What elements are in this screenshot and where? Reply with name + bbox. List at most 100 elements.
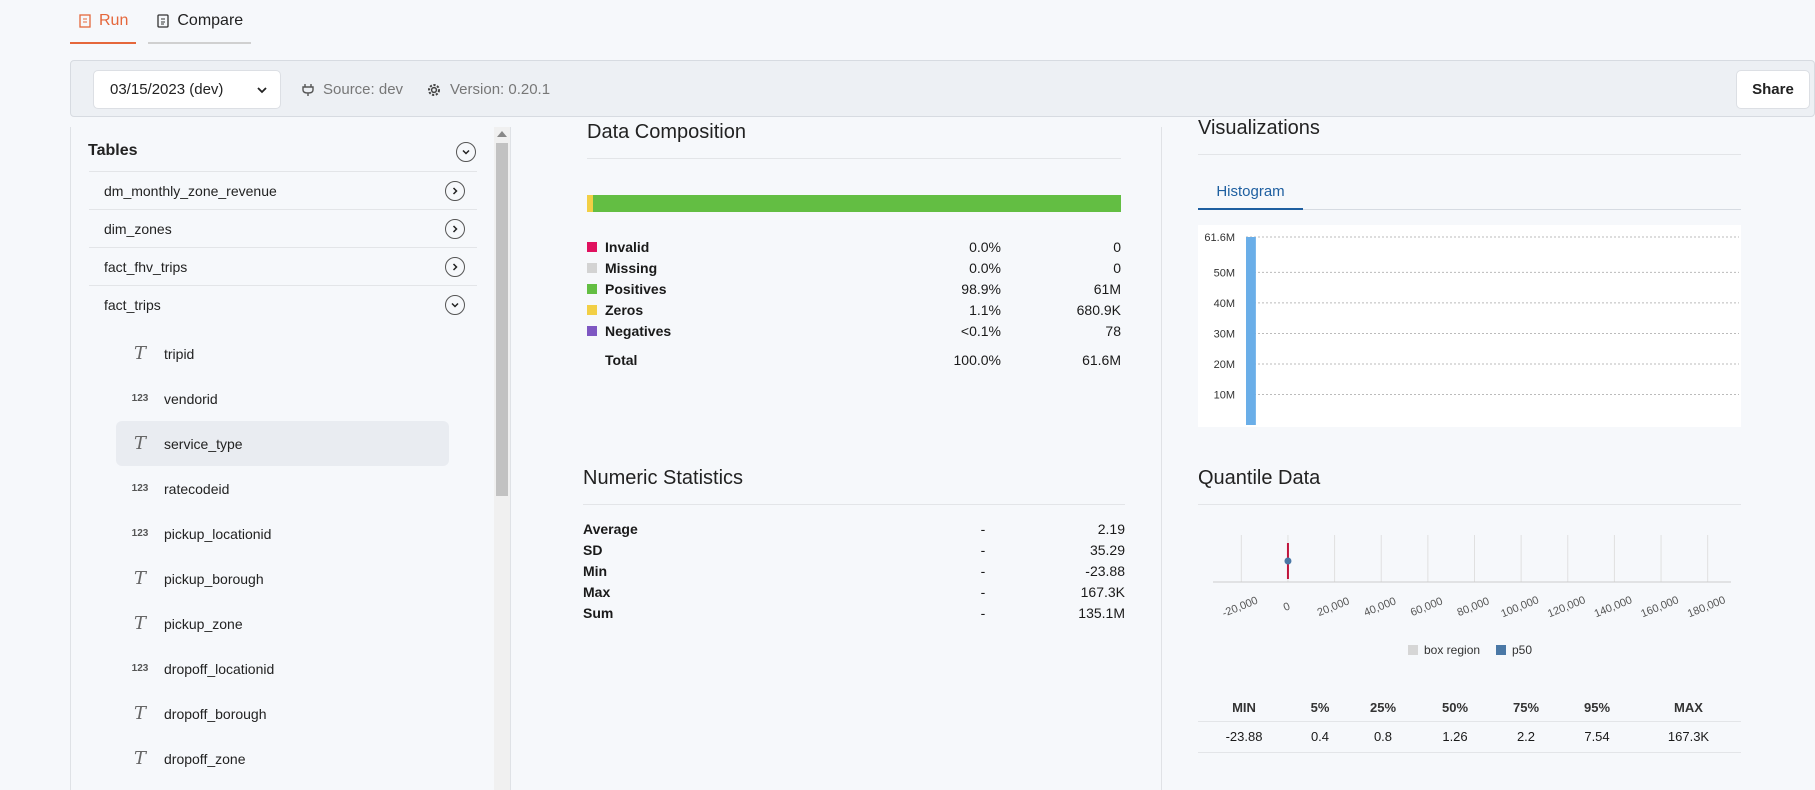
quantile-value: -23.88 (1225, 728, 1263, 744)
number-type-icon: 123 (131, 393, 149, 404)
composition-label: Missing (605, 259, 658, 276)
column-item[interactable]: 123 pickup_locationid (116, 511, 449, 556)
collapse-tables-button[interactable] (456, 142, 476, 162)
plug-icon (302, 83, 314, 96)
divider-line (1198, 504, 1741, 505)
run-date-select[interactable]: 03/15/2023 (dev) (93, 70, 281, 109)
x-tick-label: 160,000 (1639, 594, 1680, 620)
x-tick-label: 180,000 (1686, 594, 1727, 620)
expand-table-button[interactable] (445, 219, 465, 239)
column-item[interactable]: 123 dropoff_locationid (116, 646, 449, 691)
composition-count: 680.9K (1076, 301, 1121, 318)
column-name: dropoff_zone (164, 750, 246, 767)
column-name: tripid (164, 345, 195, 362)
number-type-icon: 123 (131, 483, 149, 494)
p50-point[interactable] (1284, 557, 1292, 565)
quantile-header: 5% (1310, 699, 1330, 715)
quantile-value: 7.54 (1584, 728, 1610, 744)
legend-label: box region (1424, 643, 1480, 657)
x-tick-label: 100,000 (1499, 594, 1540, 620)
stat-row: SD - 35.29 (583, 539, 1125, 560)
table-item[interactable]: fact_fhv_trips (89, 247, 477, 285)
stat-dash: - (980, 604, 986, 621)
expand-table-button[interactable] (445, 181, 465, 201)
column-name: service_type (164, 435, 243, 452)
scroll-up-arrow-icon[interactable] (497, 131, 507, 137)
legend-swatch (1496, 645, 1506, 655)
composition-percent: 1.1% (969, 301, 1001, 318)
composition-count: 0 (1113, 238, 1121, 255)
quantile-header: 75% (1512, 699, 1540, 715)
divider-line (587, 158, 1121, 159)
scrollbar-thumb[interactable] (496, 143, 508, 496)
quantile-title: Quantile Data (1198, 467, 1321, 489)
column-item[interactable]: Tservice_type (116, 421, 449, 466)
text-type-icon: T (133, 568, 146, 589)
run-toolbar: 03/15/2023 (dev) Source: dev Version: 0.… (70, 60, 1815, 117)
composition-bar (587, 195, 1121, 212)
stat-name: Max (583, 583, 611, 600)
top-tabs: Run Compare (70, 0, 252, 44)
stat-name: Average (583, 520, 638, 537)
collapse-table-button[interactable] (445, 295, 465, 315)
quantile-value: 0.8 (1373, 728, 1393, 744)
share-button[interactable]: Share (1736, 70, 1810, 109)
table-item-expanded[interactable]: fact_trips (89, 285, 477, 323)
chart-background (1198, 225, 1741, 427)
composition-count: 0 (1113, 259, 1121, 276)
composition-percent: 0.0% (969, 238, 1001, 255)
table-name: dm_monthly_zone_revenue (104, 182, 277, 199)
chevron-right-icon (452, 263, 458, 271)
y-tick-label: 61.6M (1204, 232, 1235, 244)
table-item[interactable]: dim_zones (89, 209, 477, 247)
tab-run[interactable]: Run (70, 0, 137, 44)
composition-count: 61M (1093, 280, 1121, 297)
source-info: Source: dev (301, 61, 403, 118)
legend-swatch (587, 304, 597, 315)
tab-underline (1303, 209, 1741, 210)
chevron-down-icon (462, 149, 470, 155)
table-name: fact_fhv_trips (104, 258, 188, 275)
column-name: vendorid (164, 390, 218, 407)
tab-compare-label: Compare (177, 12, 244, 29)
expand-table-button[interactable] (445, 257, 465, 277)
column-item[interactable]: Tpickup_zone (116, 601, 449, 646)
legend-spacer (587, 355, 597, 365)
column-item[interactable]: 123 ratecodeid (116, 466, 449, 511)
x-tick-label: 20,000 (1316, 595, 1352, 619)
quantile-value: 1.26 (1442, 728, 1468, 744)
divider-line (583, 504, 1125, 505)
version-text: Version: 0.20.1 (450, 81, 551, 98)
chevron-down-icon (257, 86, 267, 93)
column-name: pickup_zone (164, 615, 243, 632)
legend-swatch (1408, 645, 1418, 655)
table-item[interactable]: dm_monthly_zone_revenue (89, 171, 477, 209)
panel-divider (1161, 127, 1162, 790)
histogram-bar[interactable] (1246, 237, 1256, 425)
column-item[interactable]: 123 vendorid (116, 376, 449, 421)
run-date-value: 03/15/2023 (dev) (110, 81, 224, 98)
column-item[interactable]: Tdropoff_borough (116, 691, 449, 736)
stat-name: Sum (583, 604, 614, 621)
run-report-icon (79, 14, 91, 28)
composition-row: Negatives <0.1% 78 (587, 320, 1121, 341)
sidebar-title: Tables (88, 142, 138, 159)
total-percent: 100.0% (953, 351, 1001, 368)
y-tick-label: 40M (1214, 298, 1235, 310)
table-name: dim_zones (104, 220, 172, 237)
text-type-icon: T (133, 748, 146, 769)
y-tick-label: 50M (1214, 267, 1235, 279)
column-item[interactable]: Ttripid (116, 331, 449, 376)
column-name: ratecodeid (164, 480, 230, 497)
numeric-stats-title: Numeric Statistics (583, 467, 744, 489)
composition-label: Positives (605, 280, 667, 297)
tab-compare[interactable]: Compare (148, 0, 252, 44)
quantile-header: 50% (1441, 699, 1469, 715)
tab-histogram[interactable]: Histogram (1198, 174, 1303, 210)
column-name: pickup_borough (164, 570, 264, 587)
column-item[interactable]: Tpickup_borough (116, 556, 449, 601)
column-item[interactable]: Tdropoff_zone (116, 736, 449, 781)
quantile-value: 167.3K (1667, 728, 1710, 744)
stat-value: 35.29 (1089, 541, 1125, 558)
chevron-down-icon (451, 302, 459, 308)
